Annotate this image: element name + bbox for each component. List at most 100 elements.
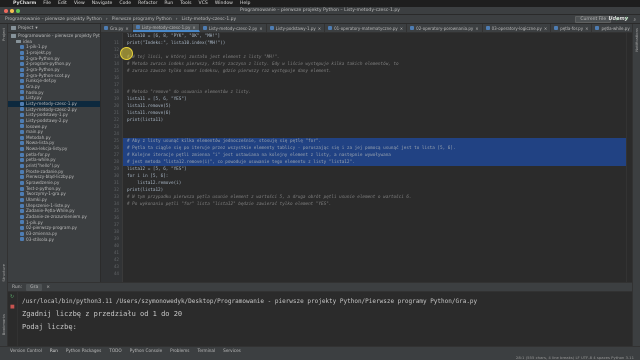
code-line[interactable]: 39 — [114, 236, 626, 243]
editor-tab[interactable]: pętla-for.py × — [551, 24, 593, 32]
mac-menu-item[interactable]: VCS — [199, 1, 208, 6]
notifications-tool-tab[interactable]: Notifications — [634, 28, 640, 52]
project-panel-title[interactable]: Project — [18, 26, 33, 31]
project-tree-item[interactable]: 03-stilsola.py — [8, 237, 100, 243]
code-line[interactable]: 17 — [114, 82, 626, 89]
code-line[interactable]: 35 — [114, 208, 626, 215]
bookmarks-tool-tab[interactable]: Bookmarks — [1, 314, 7, 335]
code-line[interactable]: 44 — [114, 271, 626, 278]
breadcrumb-2[interactable]: Pierwsze programy Python — [112, 17, 172, 22]
code-line[interactable]: 43 — [114, 264, 626, 271]
code-line[interactable]: 25 # Aby z listy usunąć kilka elementów j… — [114, 138, 626, 145]
code-line[interactable]: 16 — [114, 75, 626, 82]
code-line[interactable]: 33 # W tym przypadku pierwsza pętla usuni… — [114, 194, 626, 201]
code-line[interactable]: lista10 = [6, 8, "PYK", "OK", "MH!"] — [123, 33, 626, 40]
editor-tab-label: Listy-podstawy-1.py — [275, 25, 316, 31]
line-number: 35 — [113, 209, 119, 214]
close-tab-icon[interactable]: × — [318, 26, 321, 31]
bottom-tool-tab[interactable]: TODO — [109, 348, 121, 353]
mac-menu-item[interactable]: Run — [164, 1, 173, 6]
code-line[interactable]: 28 # jest metoda "lista12.remove(i)", co … — [114, 159, 626, 166]
line-number: 30 — [113, 174, 119, 179]
search-icon[interactable]: ⌕ — [633, 17, 636, 23]
structure-tool-tab[interactable]: Structure — [1, 264, 7, 282]
code-line[interactable]: 21 lista11.remove(6) — [114, 110, 626, 117]
chevron-down-icon[interactable]: ▾ — [35, 26, 37, 31]
code-line[interactable]: 37 — [114, 222, 626, 229]
mac-menu-item[interactable]: Help — [240, 1, 250, 6]
bottom-tool-tab[interactable]: Python Packages — [66, 348, 101, 353]
run-configuration-select[interactable]: Current File — [575, 16, 612, 23]
editor-tab[interactable]: 03-operatory-logiczne.py × — [483, 24, 552, 32]
project-tree-item[interactable]: Programowanie - pierwsze projekty Python — [8, 33, 100, 39]
code-line[interactable]: 18 # Metoda "remove" do usuwania elementó… — [114, 89, 626, 96]
code-line[interactable]: 38 — [114, 229, 626, 236]
code-line[interactable]: 27 # Kolejne iteracje pętli zmienna "i" j… — [114, 152, 626, 159]
code-line[interactable]: 13 # W tej linii, w której zostało jest e… — [114, 54, 626, 61]
mac-menu-item[interactable]: PyCharm — [13, 1, 36, 6]
code-line[interactable]: 14 # Metoda zwraca indeks pierwszy, który… — [114, 61, 626, 68]
close-tab-icon[interactable]: × — [400, 26, 403, 31]
bottom-tool-tab[interactable]: Terminal — [197, 348, 215, 353]
close-tab-icon[interactable]: × — [125, 26, 128, 31]
editor-tab[interactable]: Listy-metody-czesc-2.py × — [200, 24, 267, 32]
code-line[interactable]: 29 lista12 = [5, 6, "YES"] — [114, 166, 626, 173]
editor-tab[interactable]: pętla-while.py× — [592, 24, 632, 32]
editor-tab[interactable]: 02-operatory-porownania.py × — [407, 24, 483, 32]
python-file-icon — [20, 45, 24, 50]
code-line[interactable]: 42 — [114, 257, 626, 264]
editor-scrollbar[interactable] — [626, 33, 632, 282]
project-tool-tab[interactable]: Project — [1, 28, 7, 41]
mac-menu-item[interactable]: Window — [215, 1, 233, 6]
code-line[interactable]: 32 print(lista12) — [114, 187, 626, 194]
close-tab-icon[interactable]: × — [475, 26, 478, 31]
mac-menu-item[interactable]: View — [74, 1, 85, 6]
breadcrumb-1[interactable]: Programowanie – pierwsze projekty Python — [5, 17, 102, 22]
breadcrumb-3[interactable]: Listy-metody-czesc-1.py — [182, 17, 237, 22]
stop-icon[interactable]: ■ — [8, 302, 17, 312]
code-line[interactable]: 30 for i in [5, 6]: — [114, 173, 626, 180]
rerun-icon[interactable]: ↻ — [8, 292, 17, 302]
close-icon[interactable]: × — [46, 285, 50, 290]
project-tree-item[interactable]: Zadanie-ze-zrozumieniem.py — [8, 214, 100, 220]
close-tab-icon[interactable]: × — [192, 25, 195, 30]
bottom-tool-tab[interactable]: Run — [50, 348, 58, 353]
code-line[interactable]: 11 print("Indeks:", lista10.index("MH!")) — [114, 40, 626, 47]
mac-menu-item[interactable]: Navigate — [92, 1, 113, 6]
editor-tab[interactable]: 01-operatory-matematyczne.py × — [325, 24, 408, 32]
code-line[interactable]: 20 lista11.remove(5) — [114, 103, 626, 110]
line-number: 20 — [113, 104, 119, 109]
code-line[interactable]: 24 — [114, 131, 626, 138]
code-line[interactable]: 36 — [114, 215, 626, 222]
bottom-tool-tab[interactable]: Python Console — [130, 348, 162, 353]
close-tab-icon[interactable]: × — [585, 26, 588, 31]
code-line[interactable]: 19 lista11 = [5, 6, "YES"] — [114, 96, 626, 103]
code-line[interactable]: 40 — [114, 243, 626, 250]
editor-tab[interactable]: Listy-podstawy-1.py × — [267, 24, 326, 32]
run-tab[interactable]: Gra — [26, 283, 43, 291]
python-file-icon — [20, 197, 24, 202]
close-tab-icon[interactable]: × — [544, 26, 547, 31]
console-line: /usr/local/bin/python3.11 /Users/szymono… — [22, 298, 478, 305]
close-tab-icon[interactable]: × — [259, 26, 262, 31]
console-output[interactable]: /usr/local/bin/python3.11 /Users/szymono… — [22, 295, 477, 334]
code-line[interactable]: 31 lista12.remove(i) — [114, 180, 626, 187]
code-line[interactable]: 15 # zwraca zawsze tylko numer indeksu, g… — [114, 68, 626, 75]
code-line[interactable]: 34 # Po wykonaniu pętli "for" lista "list… — [114, 201, 626, 208]
mac-menu-item[interactable]: Edit — [58, 1, 67, 6]
code-line[interactable]: 23 — [114, 124, 626, 131]
code-line[interactable]: 22 print(lista11) — [114, 117, 626, 124]
mac-menu-item[interactable]: Refactor — [138, 1, 157, 6]
code-line[interactable]: 26 # Pętla ta ciągle się po iteruje przez… — [114, 145, 626, 152]
mac-menu-item[interactable]: Code — [119, 1, 131, 6]
bottom-tool-tab[interactable]: Services — [223, 348, 241, 353]
bottom-tool-tab[interactable]: Version Control — [10, 348, 42, 353]
mac-menu-item[interactable]: File — [43, 1, 51, 6]
editor-tab[interactable]: Listy-metody-czesc-1.py × — [132, 24, 200, 32]
editor-tab[interactable]: Gra.py × — [101, 24, 133, 32]
code-line[interactable]: 12 — [114, 47, 626, 54]
code-area[interactable]: lista10 = [6, 8, "PYK", "OK", "MH!"] 11 pr… — [114, 33, 626, 282]
code-line[interactable]: 41 — [114, 250, 626, 257]
mac-menu-item[interactable]: Tools — [180, 1, 191, 6]
bottom-tool-tab[interactable]: Problems — [170, 348, 189, 353]
